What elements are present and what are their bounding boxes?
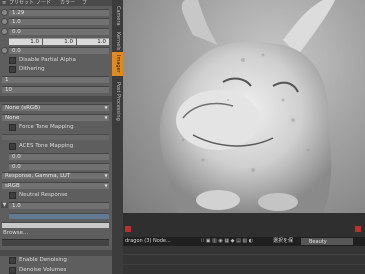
lut-label: None — [5, 115, 20, 121]
color-space-label: None (sRGB) — [5, 105, 41, 111]
browse-path-field[interactable] — [2, 239, 109, 246]
neutral-response-label: Neutral Response — [19, 192, 68, 198]
value-1-field[interactable]: 1.29 — [9, 9, 109, 16]
node-tab[interactable]: ノード — [36, 0, 51, 6]
aces-value-2-field[interactable]: 0.0 — [9, 163, 109, 170]
disable-partial-alpha-label: Disable Partial Alpha — [19, 57, 76, 63]
node-label[interactable]: dragon (3) Node... — [125, 237, 171, 246]
denoise-volumes-label: Denoise Volumes — [19, 267, 67, 273]
lut-dropdown[interactable]: None ▼ — [2, 114, 109, 121]
section-divider — [0, 96, 112, 102]
chevron-down-icon[interactable]: ▼ — [1, 202, 8, 208]
node-toolbar: dragon (3) Node... ⁞⁞ ▣ ▥ ◉ ▦ ◆ ▤ ▧ ◐ 選択… — [123, 237, 365, 246]
tab-kernels[interactable]: Kernels — [112, 30, 123, 52]
chevron-down-icon: ▼ — [104, 183, 108, 188]
color-space-dropdown[interactable]: None (sRGB) ▼ — [2, 104, 109, 111]
response-dropdown[interactable]: Response, Gamma, LUT ▼ — [2, 172, 109, 179]
aces-tone-mapping-label: ACES Tone Mapping — [19, 143, 74, 149]
toolbar-icons[interactable]: ⁞⁞ ▣ ▥ ◉ ▦ ◆ ▤ ▧ ◐ — [201, 237, 253, 246]
timeline-marker[interactable] — [355, 226, 361, 232]
grid-line — [123, 264, 365, 265]
render-pass-dropdown[interactable]: Beauty — [301, 238, 353, 245]
force-tone-mapping-checkbox[interactable] — [9, 124, 16, 131]
response-label: Response, Gamma, LUT — [5, 173, 71, 179]
render-viewport[interactable] — [123, 0, 365, 213]
vector-x-field[interactable]: 1.0 — [9, 38, 42, 45]
value-2-field[interactable]: 1.0 — [9, 18, 109, 25]
gray-bar — [2, 222, 109, 228]
vector-z-field[interactable]: 1.0 — [77, 38, 109, 45]
force-tone-mapping-label: Force Tone Mapping — [19, 124, 74, 130]
section-divider — [0, 250, 112, 256]
value-3-field[interactable]: 0.0 — [9, 28, 109, 35]
value-1-knob[interactable] — [1, 9, 8, 16]
preset-tab[interactable]: プリセット — [9, 0, 34, 6]
grid-line — [123, 254, 365, 255]
select-save-label[interactable]: 選択を保 — [273, 237, 293, 246]
dithering-label: Dithering — [19, 66, 45, 72]
enable-denoising-checkbox[interactable] — [9, 257, 16, 264]
denoise-volumes-checkbox[interactable] — [9, 267, 16, 274]
timeline-strip[interactable] — [123, 213, 365, 237]
value-3-knob[interactable] — [1, 28, 8, 35]
dragon-render-image — [159, 0, 335, 213]
aces-value-1-field[interactable]: 0.0 — [9, 153, 109, 160]
neutral-response-checkbox[interactable] — [9, 192, 16, 199]
value-4-field[interactable]: 0.0 — [9, 47, 109, 54]
color-tab[interactable]: カラー — [60, 0, 75, 6]
timeline-marker[interactable] — [125, 226, 131, 232]
disable-partial-alpha-checkbox[interactable] — [9, 57, 16, 64]
srgb-dropdown[interactable]: sRGB ▼ — [2, 182, 109, 189]
node-graph-area[interactable] — [123, 246, 365, 274]
blue-slider[interactable] — [9, 213, 109, 219]
value-4-knob[interactable] — [1, 47, 8, 54]
chevron-down-icon: ▼ — [104, 173, 108, 178]
vector-y-field[interactable]: 1.0 — [43, 38, 76, 45]
chevron-down-icon: ▼ — [104, 105, 108, 110]
section-bar — [2, 134, 109, 140]
preset-toolbar: ≡ プリセット ノード カラー ブ — [0, 0, 112, 6]
dithering-value-1-field[interactable]: 1 — [2, 76, 109, 83]
dithering-checkbox[interactable] — [9, 66, 16, 73]
dithering-value-2-field[interactable]: 10 — [2, 86, 109, 93]
tab-camera[interactable]: Camera — [112, 2, 123, 30]
value-2-knob[interactable] — [1, 18, 8, 25]
chevron-down-icon: ▼ — [104, 115, 108, 120]
browse-label[interactable]: Browse... — [3, 230, 28, 237]
neutral-value-field[interactable]: 1.0 — [9, 202, 109, 209]
tab-post-processing[interactable]: Post Processing — [112, 76, 123, 126]
misc-tab[interactable]: ブ — [82, 0, 87, 6]
tab-imager[interactable]: Imager — [112, 52, 123, 76]
menu-icon[interactable]: ≡ — [2, 0, 6, 6]
enable-denoising-label: Enable Denoising — [19, 257, 67, 263]
side-tab-strip: Camera Kernels Imager Post Processing — [112, 0, 123, 274]
aces-tone-mapping-checkbox[interactable] — [9, 143, 16, 150]
srgb-label: sRGB — [5, 183, 20, 189]
bottom-panel: dragon (3) Node... ⁞⁞ ▣ ▥ ◉ ▦ ◆ ▤ ▧ ◐ 選択… — [123, 213, 365, 274]
imager-settings-panel: ≡ プリセット ノード カラー ブ 1.29 1.0 0.0 1.0 1.0 1… — [0, 0, 112, 274]
